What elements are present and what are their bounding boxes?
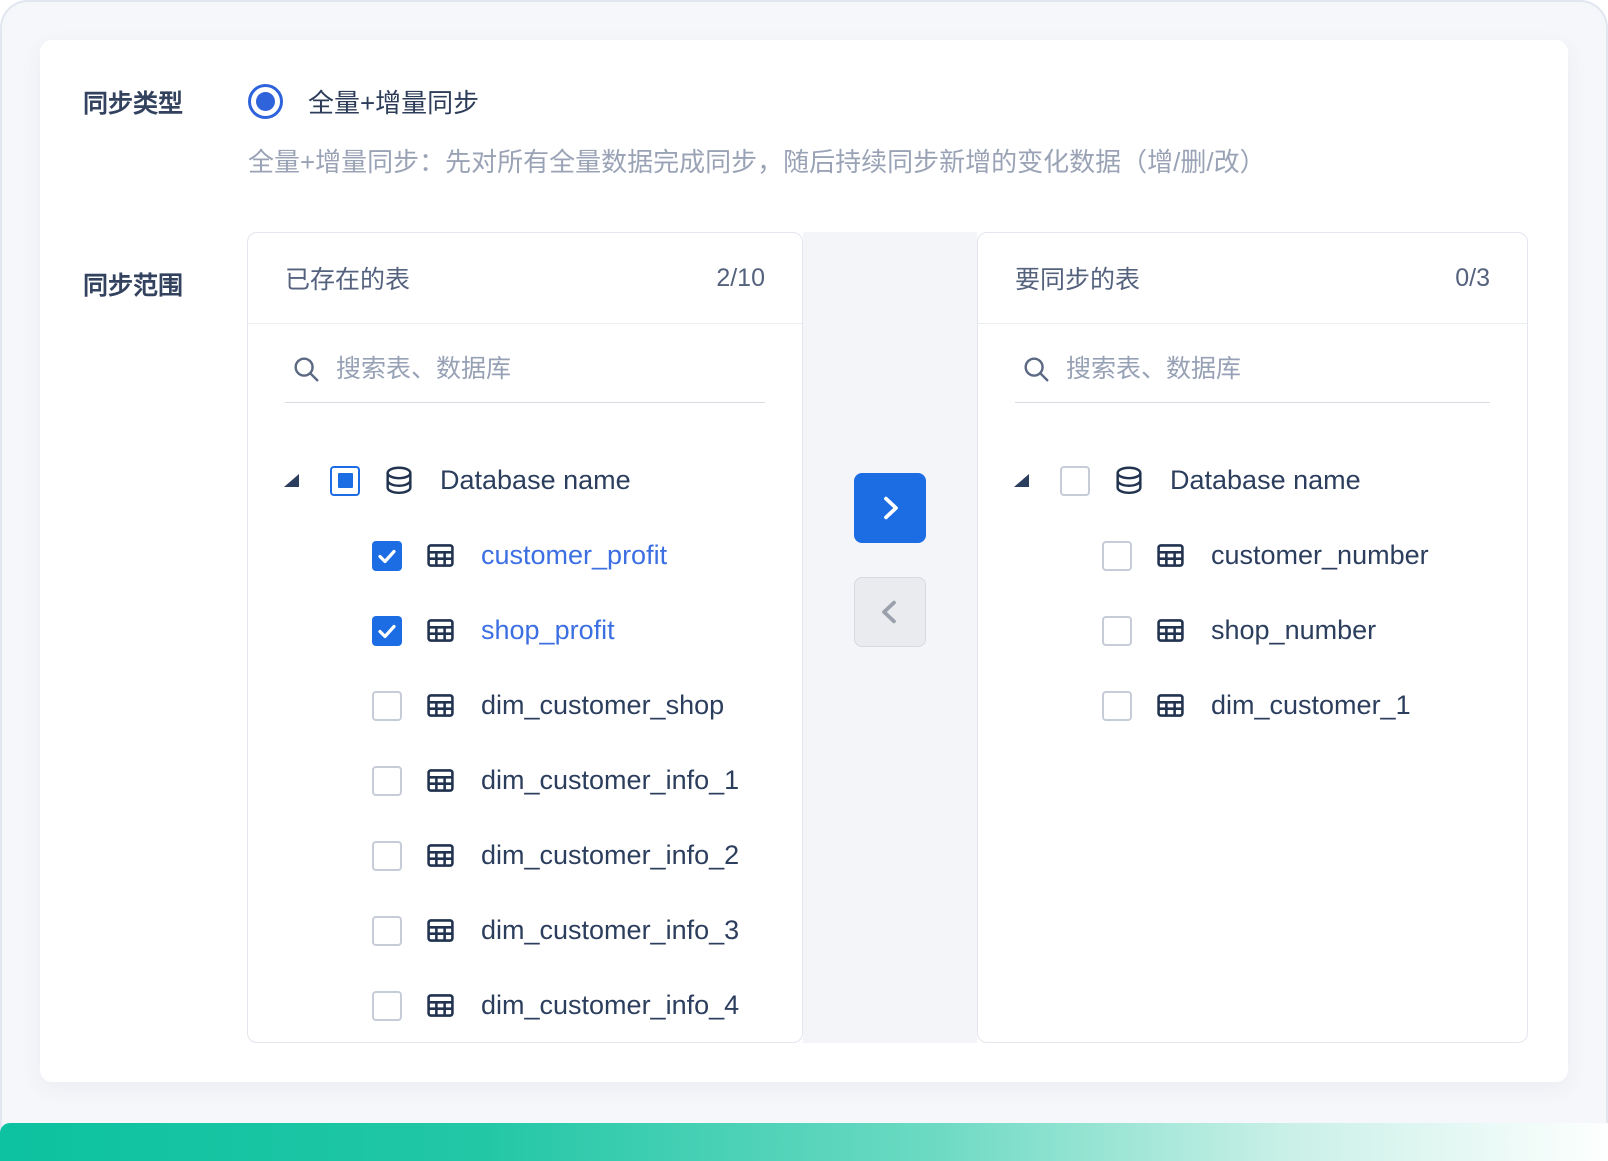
checkbox-indeterminate-mark [338, 473, 353, 488]
tree-row: customer_profit [248, 518, 802, 593]
source-tables-panel: 已存在的表 2/10 Database name customer_profits… [247, 232, 803, 1043]
table-icon [1154, 614, 1187, 647]
checkbox[interactable] [1060, 466, 1090, 496]
search-icon [291, 354, 321, 384]
target-tables-panel: 要同步的表 0/3 Database name customer_numbersh… [977, 232, 1528, 1043]
table-icon [424, 539, 457, 572]
tree-row: dim_customer_info_2 [248, 818, 802, 893]
sync-settings-card: 同步类型 全量+增量同步 全量+增量同步：先对所有全量数据完成同步，随后持续同步… [40, 40, 1568, 1082]
source-search [285, 354, 765, 403]
checkbox[interactable] [372, 691, 402, 721]
tree-row: shop_profit [248, 593, 802, 668]
target-panel-header: 要同步的表 0/3 [978, 233, 1527, 324]
checkbox[interactable] [372, 541, 402, 571]
tree-row: dim_customer_info_3 [248, 893, 802, 968]
caret-expand-icon[interactable] [1014, 474, 1029, 487]
database-icon [382, 464, 416, 498]
tree-row: dim_customer_1 [978, 668, 1527, 743]
source-panel-title: 已存在的表 [285, 260, 410, 296]
tree-row: shop_number [978, 593, 1527, 668]
table-icon [424, 689, 457, 722]
tree-node-label[interactable]: dim_customer_info_4 [481, 990, 739, 1021]
target-panel-title: 要同步的表 [1015, 260, 1140, 296]
tree-node-label[interactable]: dim_customer_info_3 [481, 915, 739, 946]
sync-scope-label: 同步范围 [83, 266, 183, 302]
tree-row: Database name [248, 443, 802, 518]
transfer-controls [803, 232, 977, 1043]
radio-dot [256, 92, 275, 111]
table-icon [1154, 689, 1187, 722]
checkbox[interactable] [372, 991, 402, 1021]
caret-expand-icon[interactable] [284, 474, 299, 487]
table-icon [424, 764, 457, 797]
sync-type-radio-group: 全量+增量同步 [248, 80, 479, 122]
tree-row: dim_customer_info_1 [248, 743, 802, 818]
tree-node-label[interactable]: dim_customer_1 [1211, 690, 1411, 721]
target-search-input[interactable] [1066, 355, 1490, 384]
source-search-input[interactable] [336, 355, 765, 384]
tree-node-label[interactable]: shop_number [1211, 615, 1376, 646]
checkbox[interactable] [330, 466, 360, 496]
tree-row: dim_customer_shop [248, 668, 802, 743]
tree-node-label[interactable]: shop_profit [481, 615, 615, 646]
move-to-right-button[interactable] [854, 473, 926, 543]
checkbox[interactable] [1102, 616, 1132, 646]
chevron-left-icon [874, 596, 906, 628]
tree-node-label[interactable]: customer_number [1211, 540, 1429, 571]
tree-row: Database name [978, 443, 1527, 518]
table-icon [424, 989, 457, 1022]
table-icon [424, 839, 457, 872]
sync-type-label: 同步类型 [83, 84, 183, 120]
checkbox[interactable] [372, 616, 402, 646]
tree-node-label[interactable]: customer_profit [481, 540, 667, 571]
target-table-tree: Database name customer_number shop_numberd… [978, 403, 1527, 1042]
checkbox[interactable] [1102, 541, 1132, 571]
sync-type-description: 全量+增量同步：先对所有全量数据完成同步，随后持续同步新增的变化数据（增/删/改… [248, 142, 1266, 179]
table-icon [1154, 539, 1187, 572]
table-transfer-widget: 已存在的表 2/10 Database name customer_profits… [247, 232, 1528, 1043]
table-icon [424, 614, 457, 647]
chevron-right-icon [874, 492, 906, 524]
checkbox[interactable] [372, 841, 402, 871]
tree-node-label[interactable]: dim_customer_info_2 [481, 840, 739, 871]
radio-option-label[interactable]: 全量+增量同步 [308, 83, 479, 120]
tree-node-label[interactable]: dim_customer_info_1 [481, 765, 739, 796]
source-panel-count: 2/10 [716, 264, 765, 293]
tree-node-label[interactable]: Database name [440, 465, 631, 496]
target-search [1015, 354, 1490, 403]
checkbox[interactable] [372, 916, 402, 946]
table-icon [424, 914, 457, 947]
tree-node-label[interactable]: Database name [1170, 465, 1361, 496]
move-to-left-button[interactable] [854, 577, 926, 647]
target-panel-count: 0/3 [1455, 264, 1490, 293]
search-icon [1021, 354, 1051, 384]
source-table-tree: Database name customer_profit shop_profitd… [248, 403, 802, 1042]
checkbox[interactable] [372, 766, 402, 796]
footer-progress-bar [0, 1123, 1608, 1161]
database-icon [1112, 464, 1146, 498]
radio-selected[interactable] [248, 84, 283, 119]
checkbox[interactable] [1102, 691, 1132, 721]
source-panel-header: 已存在的表 2/10 [248, 233, 802, 324]
tree-row: customer_number [978, 518, 1527, 593]
tree-node-label[interactable]: dim_customer_shop [481, 690, 724, 721]
tree-row: dim_customer_info_4 [248, 968, 802, 1042]
